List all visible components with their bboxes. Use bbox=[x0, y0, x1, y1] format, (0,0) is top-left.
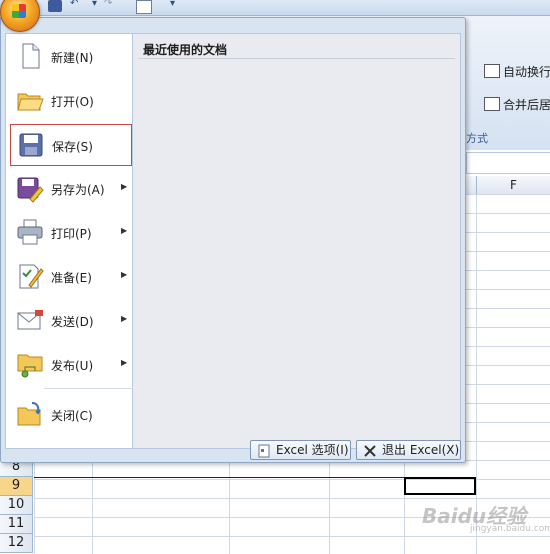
menu-item-label: 关闭(C) bbox=[51, 409, 93, 423]
row-headers: 8 9 10 11 12 bbox=[0, 458, 33, 553]
row-header[interactable]: 10 bbox=[0, 496, 33, 515]
menu-item-save-as[interactable]: 另存为(A) ▶ bbox=[10, 168, 132, 210]
merge-cells-icon bbox=[484, 97, 500, 111]
excel-options-label: Excel 选项(I) bbox=[276, 443, 349, 457]
print-preview-icon[interactable] bbox=[136, 0, 152, 14]
watermark-url: jingyan.baidu.com bbox=[470, 524, 550, 534]
active-cell[interactable] bbox=[404, 477, 476, 495]
title-bar bbox=[0, 0, 550, 16]
submenu-arrow-icon: ▶ bbox=[121, 182, 128, 191]
menu-item-print[interactable]: 打印(P) ▶ bbox=[10, 212, 132, 254]
menu-separator bbox=[44, 388, 134, 389]
publish-icon bbox=[17, 354, 43, 378]
menu-item-prepare[interactable]: 准备(E) ▶ bbox=[10, 256, 132, 298]
send-mail-icon bbox=[17, 310, 43, 330]
menu-item-label: 另存为(A) bbox=[51, 183, 105, 197]
options-doc-icon bbox=[258, 444, 270, 457]
menu-item-label: 发布(U) bbox=[51, 359, 94, 373]
alignment-group-label: 方式 bbox=[466, 132, 488, 145]
prepare-icon bbox=[19, 264, 44, 289]
exit-excel-button[interactable]: 退出 Excel(X) bbox=[356, 440, 461, 460]
save-disk-icon bbox=[19, 133, 43, 157]
menu-item-label: 打开(O) bbox=[51, 95, 94, 109]
menu-item-label: 发送(D) bbox=[51, 315, 94, 329]
wrap-text-label: 自动换行 bbox=[503, 65, 550, 79]
submenu-arrow-icon: ▶ bbox=[121, 358, 128, 367]
merge-center-button[interactable]: 合并后居 bbox=[484, 96, 550, 113]
menu-item-save[interactable]: 保存(S) bbox=[10, 124, 132, 166]
undo-dropdown-icon[interactable]: ▾ bbox=[92, 0, 97, 12]
office-menu: 新建(N) 打开(O) 保存(S) 另存为(A) ▶ 打印(P) ▶ 准备(E)… bbox=[0, 17, 466, 463]
menu-item-send[interactable]: 发送(D) ▶ bbox=[10, 300, 132, 342]
new-document-icon bbox=[22, 43, 40, 69]
redo-icon[interactable]: ↷ bbox=[104, 0, 112, 12]
column-header-f[interactable]: F bbox=[477, 176, 550, 195]
recent-documents-panel: 最近使用的文档 bbox=[133, 33, 461, 449]
menu-item-label: 打印(P) bbox=[51, 227, 92, 241]
exit-excel-label: 退出 Excel(X) bbox=[382, 443, 460, 457]
column-header-e[interactable] bbox=[466, 176, 477, 195]
menu-item-label: 准备(E) bbox=[51, 271, 92, 285]
menu-footer: Excel 选项(I) 退出 Excel(X) bbox=[1, 438, 465, 462]
excel-options-button[interactable]: Excel 选项(I) bbox=[250, 440, 351, 460]
menu-commands: 新建(N) 打开(O) 保存(S) 另存为(A) ▶ 打印(P) ▶ 准备(E)… bbox=[5, 33, 134, 449]
merge-center-label: 合并后居 bbox=[503, 98, 550, 112]
menu-item-close[interactable]: 关闭(C) bbox=[10, 394, 132, 436]
submenu-arrow-icon: ▶ bbox=[121, 226, 128, 235]
menu-item-label: 保存(S) bbox=[52, 140, 93, 154]
close-x-icon bbox=[364, 444, 376, 457]
submenu-arrow-icon: ▶ bbox=[121, 314, 128, 323]
menu-item-new[interactable]: 新建(N) bbox=[10, 36, 132, 78]
wrap-text-button[interactable]: 自动换行 bbox=[484, 63, 550, 80]
undo-icon[interactable]: ↶ bbox=[70, 0, 78, 12]
submenu-arrow-icon: ▶ bbox=[121, 270, 128, 279]
customize-toolbar-icon[interactable]: ▾ bbox=[170, 0, 175, 12]
row-header[interactable]: 12 bbox=[0, 534, 33, 553]
close-folder-icon bbox=[17, 402, 41, 426]
formula-bar[interactable] bbox=[466, 152, 550, 174]
row-header[interactable]: 9 bbox=[0, 477, 33, 496]
printer-icon bbox=[17, 219, 43, 245]
open-folder-icon bbox=[17, 93, 44, 111]
menu-item-publish[interactable]: 发布(U) ▶ bbox=[10, 344, 132, 386]
menu-item-open[interactable]: 打开(O) bbox=[10, 80, 132, 122]
divider bbox=[139, 58, 455, 59]
quick-save-icon[interactable] bbox=[48, 0, 62, 12]
save-as-icon bbox=[17, 177, 44, 203]
row-header[interactable]: 11 bbox=[0, 515, 33, 534]
menu-item-label: 新建(N) bbox=[51, 51, 94, 65]
office-logo-icon bbox=[12, 4, 26, 18]
wrap-text-icon bbox=[484, 64, 500, 78]
recent-documents-title: 最近使用的文档 bbox=[143, 43, 228, 57]
